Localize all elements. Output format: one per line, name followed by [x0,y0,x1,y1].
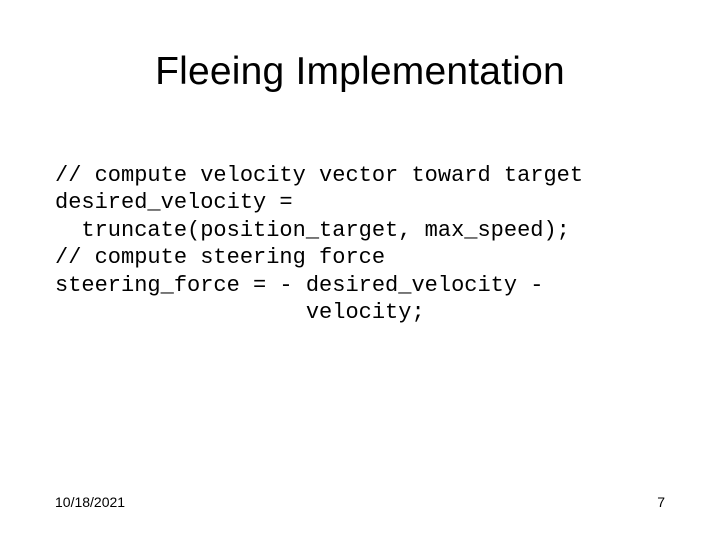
footer-page-number: 7 [657,494,665,510]
footer-date: 10/18/2021 [55,494,125,510]
code-line: velocity; [55,300,425,325]
code-line: // compute steering force [55,245,385,270]
slide: Fleeing Implementation // compute veloci… [0,0,720,540]
slide-title: Fleeing Implementation [55,50,665,94]
code-line: steering_force = - desired_velocity - [55,273,543,298]
code-block: // compute velocity vector toward target… [55,134,665,327]
code-line: // compute velocity vector toward target [55,163,583,188]
code-line: truncate(position_target, max_speed); [55,218,570,243]
code-line: desired_velocity = [55,190,293,215]
